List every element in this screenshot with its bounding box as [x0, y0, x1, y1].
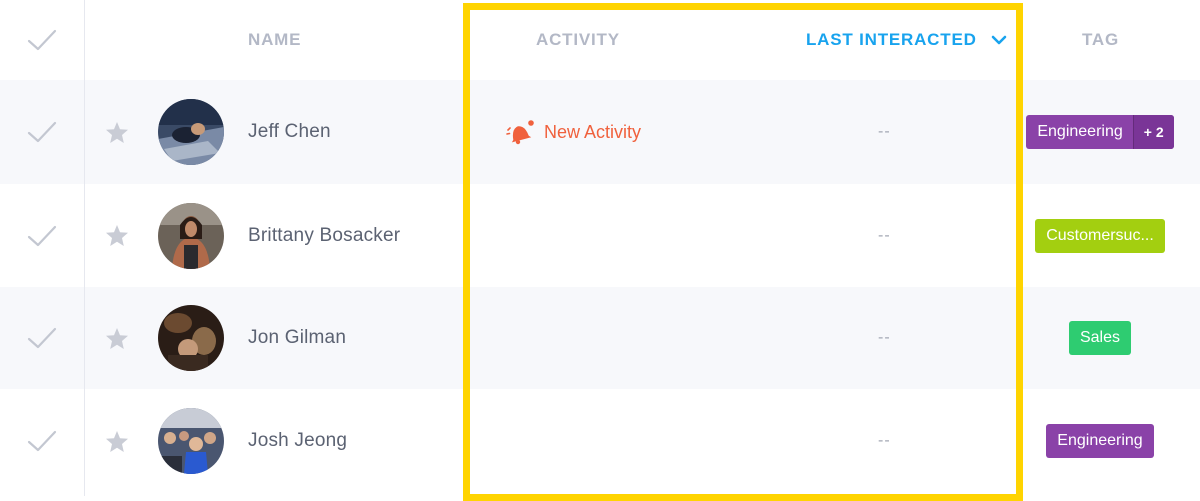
last-interacted-value: --	[878, 329, 891, 346]
tag-cell: Sales	[1018, 287, 1182, 389]
tag-label: Engineering	[1037, 123, 1123, 140]
column-header-tag[interactable]: TAG	[1082, 0, 1119, 80]
table-row[interactable]: Josh Jeong -- Engineering	[0, 389, 1200, 493]
table-row[interactable]: Brittany Bosacker -- Customersuc...	[0, 184, 1200, 287]
column-header-last-interacted[interactable]: LAST INTERACTED	[806, 0, 1007, 80]
tag-badge[interactable]: Engineering + 2	[1026, 115, 1174, 149]
avatar	[158, 408, 224, 474]
column-header-name[interactable]: NAME	[248, 0, 308, 80]
column-divider	[84, 0, 85, 496]
row-checkbox[interactable]	[0, 184, 84, 287]
checkmark-icon	[27, 327, 57, 349]
avatar	[158, 305, 224, 371]
tag-cell: Engineering	[1018, 389, 1182, 493]
row-checkbox[interactable]	[0, 389, 84, 493]
contact-name[interactable]: Jon Gilman	[248, 287, 346, 389]
contact-name[interactable]: Jeff Chen	[248, 80, 331, 184]
contact-name[interactable]: Brittany Bosacker	[248, 184, 400, 287]
checkmark-icon	[27, 430, 57, 452]
column-header-last-interacted-label: LAST INTERACTED	[806, 30, 977, 49]
bell-notification-icon	[506, 120, 534, 145]
favorite-star-icon[interactable]	[104, 184, 130, 287]
last-interacted-value: --	[878, 226, 891, 244]
row-checkbox[interactable]	[0, 80, 84, 184]
chevron-down-icon	[991, 35, 1007, 45]
table-row[interactable]: Jon Gilman -- Sales	[0, 287, 1200, 389]
select-all-checkbox[interactable]	[0, 0, 84, 80]
column-header-activity[interactable]: ACTIVITY	[536, 0, 620, 80]
tag-badge[interactable]: Engineering	[1046, 424, 1154, 458]
tag-cell: Engineering + 2	[1018, 80, 1182, 184]
last-interacted-value: --	[878, 123, 891, 140]
activity-label: New Activity	[544, 121, 642, 142]
contacts-table: NAME ACTIVITY LAST INTERACTED TAG Jeff C…	[0, 0, 1200, 501]
favorite-star-icon[interactable]	[104, 287, 130, 389]
checkmark-icon	[27, 121, 57, 143]
contact-name[interactable]: Josh Jeong	[248, 389, 347, 493]
tag-badge[interactable]: Customersuc...	[1035, 218, 1165, 253]
avatar	[158, 99, 224, 165]
avatar	[158, 202, 224, 269]
activity-indicator[interactable]: New Activity	[506, 80, 641, 184]
favorite-star-icon[interactable]	[104, 389, 130, 493]
table-row[interactable]: Jeff Chen New Activity -- Engineering + …	[0, 80, 1200, 184]
checkmark-icon	[27, 29, 57, 51]
tag-cell: Customersuc...	[1018, 184, 1182, 287]
table-header: NAME ACTIVITY LAST INTERACTED TAG	[0, 0, 1200, 81]
tag-badge[interactable]: Sales	[1068, 321, 1132, 355]
last-interacted-value: --	[878, 432, 891, 449]
favorite-star-icon[interactable]	[104, 80, 130, 184]
tag-more-count[interactable]: + 2	[1132, 115, 1174, 149]
checkmark-icon	[27, 225, 57, 246]
row-checkbox[interactable]	[0, 287, 84, 389]
